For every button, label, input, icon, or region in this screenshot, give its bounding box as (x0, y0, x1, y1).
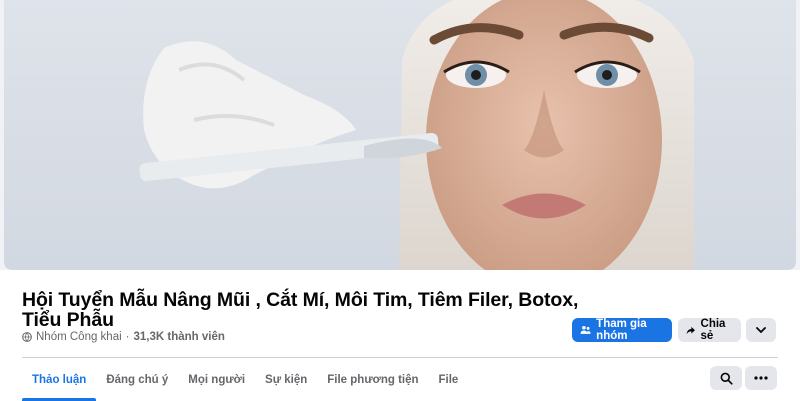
tab-people[interactable]: Mọi người (178, 358, 255, 401)
more-options-button[interactable] (746, 318, 776, 342)
member-count[interactable]: 31,3K thành viên (134, 331, 225, 343)
tab-label: File phương tiện (327, 373, 419, 386)
tab-label: File (438, 373, 459, 386)
tab-label: Sự kiện (265, 373, 308, 386)
group-header: Hội Tuyển Mẫu Nâng Mũi , Cắt Mí, Môi Tim… (0, 270, 800, 401)
tab-label: Mọi người (188, 373, 246, 386)
globe-icon (22, 332, 32, 342)
group-tabs: Thảo luận Đáng chú ý Mọi người Sự kiện F… (22, 358, 468, 401)
join-group-label: Tham gia nhóm (596, 318, 647, 342)
tab-label: Đáng chú ý (106, 373, 169, 386)
tab-label: Thảo luận (32, 373, 87, 386)
tab-media[interactable]: File phương tiện (317, 358, 428, 401)
share-button[interactable]: Chia sẻ (678, 318, 741, 342)
more-menu-button[interactable] (745, 366, 777, 390)
tab-featured[interactable]: Đáng chú ý (96, 358, 178, 401)
group-privacy: Nhóm Công khai (36, 331, 122, 343)
join-group-button[interactable]: Tham gia nhóm (572, 318, 672, 342)
chevron-down-icon (756, 326, 766, 333)
group-meta: Nhóm Công khai · 31,3K thành viên (22, 331, 225, 343)
share-arrow-icon (686, 326, 695, 334)
tab-discussion[interactable]: Thảo luận (22, 358, 97, 401)
search-icon (720, 372, 733, 385)
tab-files[interactable]: File (429, 358, 469, 401)
more-dots-icon (754, 376, 768, 380)
share-label: Chia sẻ (700, 318, 726, 342)
meta-separator: · (125, 331, 130, 343)
cover-illustration (139, 0, 694, 270)
tab-events[interactable]: Sự kiện (255, 358, 317, 401)
people-icon (580, 325, 591, 334)
group-title: Hội Tuyển Mẫu Nâng Mũi , Cắt Mí, Môi Tim… (22, 289, 579, 331)
search-button[interactable] (710, 366, 742, 390)
cover-photo (4, 0, 796, 270)
